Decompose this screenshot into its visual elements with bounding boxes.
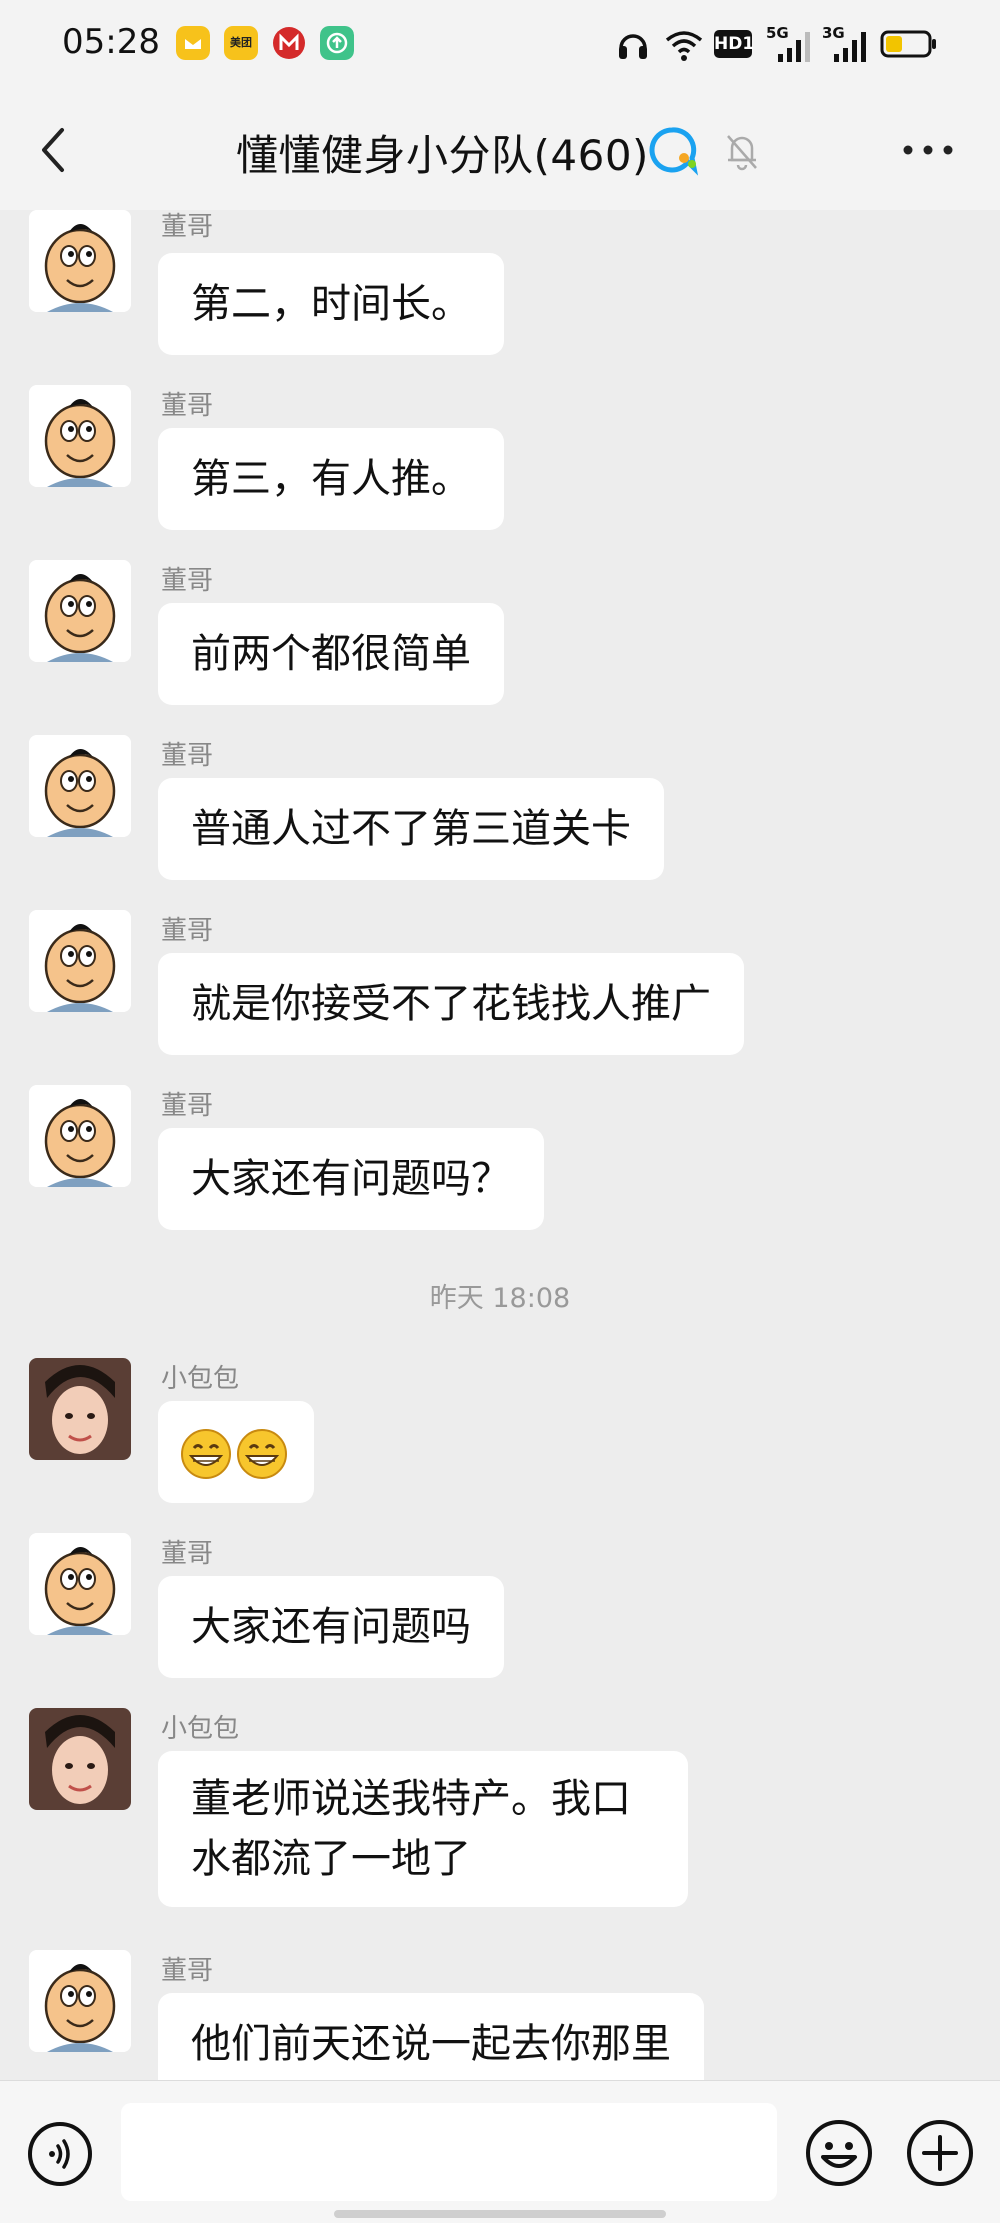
home-indicator[interactable]	[334, 2210, 666, 2218]
metro-icon	[273, 27, 305, 59]
message-bubble[interactable]: 第二，时间长。	[158, 253, 504, 355]
photo-avatar-icon	[29, 1358, 131, 1460]
qq-group-icon[interactable]	[644, 124, 702, 176]
sender-name: 董哥	[161, 212, 214, 242]
signal-5g-icon: 5G	[766, 22, 812, 66]
sender-name: 董哥	[161, 1091, 214, 1121]
message-bubble[interactable]: 第三，有人推。	[158, 428, 504, 530]
avatar[interactable]	[29, 210, 131, 312]
sender-name: 小包包	[161, 1714, 240, 1744]
message-bubble[interactable]: 大家还有问题吗	[158, 1576, 504, 1678]
battery-icon	[880, 30, 936, 58]
message-bubble[interactable]: 大家还有问题吗？	[158, 1128, 544, 1230]
upload-green-icon	[320, 26, 354, 60]
sender-name: 董哥	[161, 1956, 214, 1986]
sender-name: 董哥	[161, 916, 214, 946]
wifi-icon	[665, 31, 703, 61]
hd-label: HD1	[714, 34, 755, 54]
meituan-icon: 美团	[224, 26, 258, 60]
plus-icon[interactable]	[906, 2119, 974, 2187]
bell-muted-icon	[727, 135, 757, 171]
input-bar	[0, 2080, 1000, 2223]
cartoon-avatar-icon	[29, 1533, 131, 1635]
voice-icon[interactable]	[27, 2121, 93, 2187]
page-title: 懂懂健身小分队(460)	[236, 131, 649, 180]
time-divider: 昨天 18:08	[429, 1283, 571, 1314]
headphone-icon	[619, 34, 647, 59]
message-bubble[interactable]	[158, 1401, 314, 1503]
avatar[interactable]	[29, 1085, 131, 1187]
signal-3g-icon: 3G	[822, 22, 868, 66]
sender-name: 董哥	[161, 566, 214, 596]
grin-emoji-icon	[237, 1429, 287, 1479]
more-dots-icon[interactable]	[902, 144, 954, 156]
chat-message-list[interactable]: 董哥 第二，时间长。 董哥 第三，有人推。 董哥 前两个都很简单 董哥 普通人过…	[0, 210, 1000, 2080]
sender-name: 小包包	[161, 1364, 240, 1394]
grin-emoji-icon	[181, 1429, 231, 1479]
notification-yellow-icon	[176, 26, 210, 60]
cartoon-avatar-icon	[29, 210, 131, 312]
status-bar: 05:28 美团 HD1 5G 3G	[0, 0, 1000, 90]
message-bubble[interactable]: 他们前天还说一起去你那里	[158, 1993, 704, 2080]
sender-name: 董哥	[161, 1539, 214, 1569]
chat-header: 懂懂健身小分队(460)	[0, 90, 1000, 210]
cartoon-avatar-icon	[29, 385, 131, 487]
emoji-smile-icon[interactable]	[805, 2119, 873, 2187]
avatar[interactable]	[29, 560, 131, 662]
status-time: 05:28	[62, 22, 160, 62]
cartoon-avatar-icon	[29, 1085, 131, 1187]
cartoon-avatar-icon	[29, 735, 131, 837]
message-input[interactable]	[121, 2103, 777, 2201]
avatar[interactable]	[29, 735, 131, 837]
avatar[interactable]	[29, 385, 131, 487]
avatar[interactable]	[29, 1950, 131, 2052]
cartoon-avatar-icon	[29, 560, 131, 662]
sender-name: 董哥	[161, 391, 214, 421]
cartoon-avatar-icon	[29, 910, 131, 1012]
message-bubble[interactable]: 前两个都很简单	[158, 603, 504, 705]
avatar[interactable]	[29, 1708, 131, 1810]
photo-avatar-icon	[29, 1708, 131, 1810]
avatar[interactable]	[29, 1533, 131, 1635]
meituan-label: 美团	[230, 36, 252, 49]
avatar[interactable]	[29, 910, 131, 1012]
sender-name: 董哥	[161, 741, 214, 771]
message-bubble[interactable]: 董老师说送我特产。我口水都流了一地了	[158, 1751, 688, 1907]
message-bubble[interactable]: 就是你接受不了花钱找人推广	[158, 953, 744, 1055]
chevron-left-icon[interactable]	[30, 120, 80, 180]
cartoon-avatar-icon	[29, 1950, 131, 2052]
message-bubble[interactable]: 普通人过不了第三道关卡	[158, 778, 664, 880]
hd-icon: HD1	[714, 30, 755, 58]
avatar[interactable]	[29, 1358, 131, 1460]
